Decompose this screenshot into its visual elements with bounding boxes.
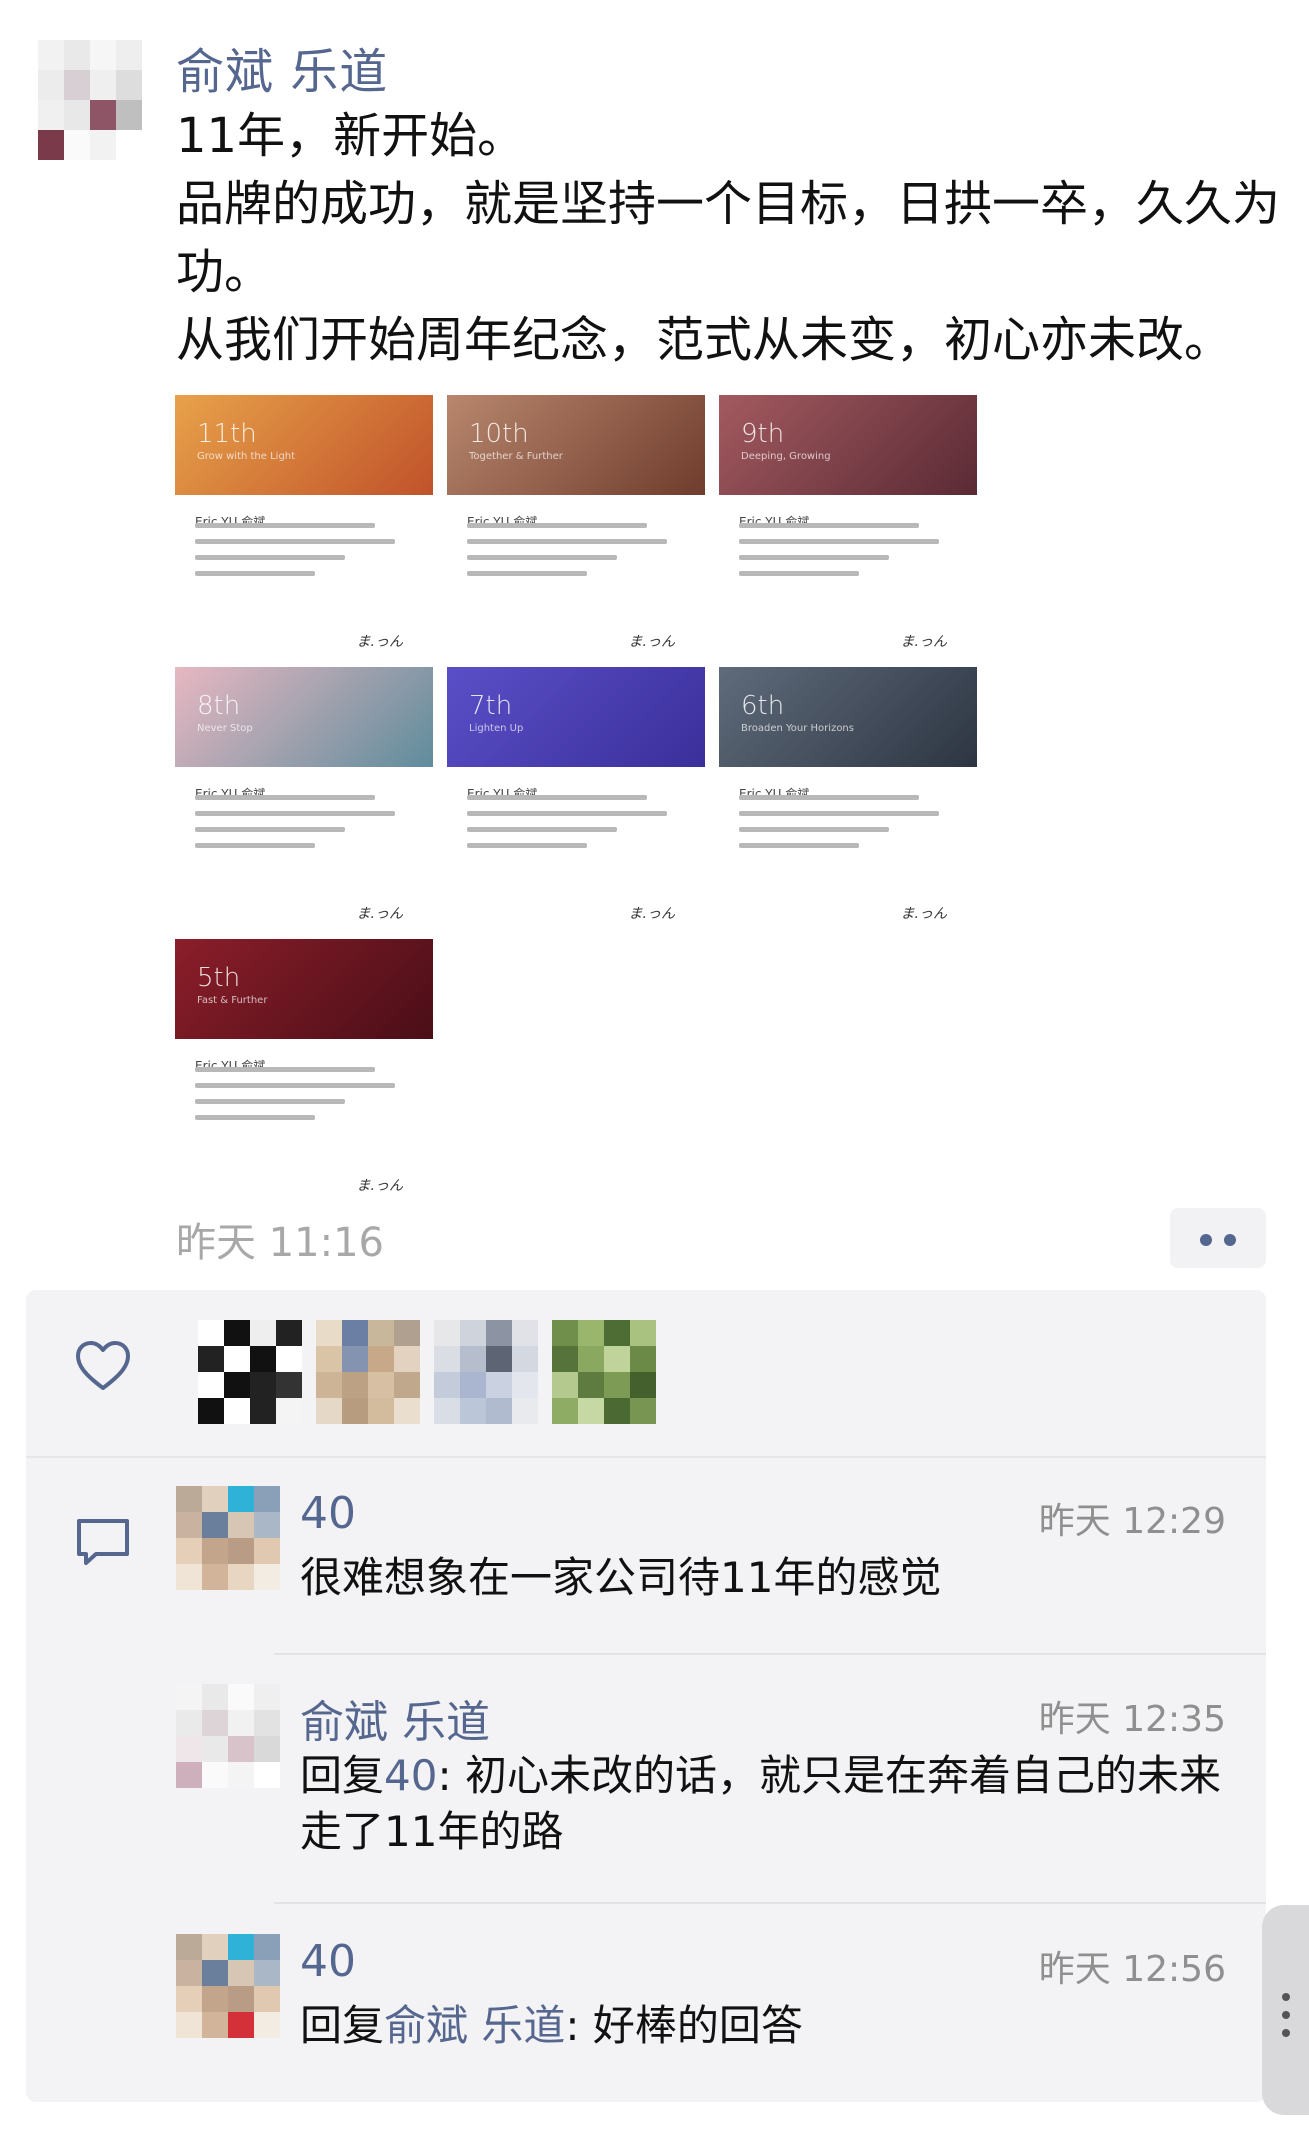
comment-text: 很难想象在一家公司待11年的感觉: [300, 1550, 1230, 1606]
card-text-line: [467, 827, 617, 832]
post-line: 从我们开始周年纪念，范式从未变，初心亦未改。: [176, 312, 1233, 368]
card-text-line: [195, 539, 395, 544]
card-text-line: [739, 811, 939, 816]
comment-text: 回复40: 初心未改的话，就只是在奔着自己的未来走了11年的路: [300, 1748, 1230, 1860]
liker-avatar[interactable]: [552, 1320, 656, 1424]
comment-text: 回复俞斌 乐道: 好棒的回答: [300, 1998, 1230, 2054]
card-text-line: [195, 1115, 315, 1120]
card-tagline: Broaden Your Horizons: [741, 723, 854, 734]
card-text-line: [195, 1099, 345, 1104]
card-handwritten-sign: ま.っん: [900, 906, 947, 922]
image-grid: 11th Grow with the Light Eric YU 俞斌 ま.っん 10t…: [175, 395, 985, 1201]
post-timestamp: 昨天 11:16: [176, 1220, 384, 1266]
comment-item[interactable]: 40 昨天 12:29 很难想象在一家公司待11年的感觉: [176, 1486, 1266, 1626]
commenter-avatar[interactable]: [176, 1684, 280, 1788]
commenter-avatar[interactable]: [176, 1486, 280, 1590]
anniversary-card[interactable]: 9th Deeping, Growing Eric YU 俞斌 ま.っん: [719, 395, 977, 657]
divider: [274, 1902, 1266, 1904]
commenter-name[interactable]: 俞斌 乐道: [300, 1686, 490, 1750]
card-tagline: Grow with the Light: [197, 451, 296, 462]
comment-body: : 初心未改的话，就只是在奔着自己的未来走了11年的路: [300, 1751, 1221, 1856]
card-anniversary-number: 5th: [197, 963, 241, 993]
card-text-line: [467, 523, 647, 528]
card-text-line: [195, 571, 315, 576]
card-handwritten-sign: ま.っん: [356, 1178, 403, 1194]
interaction-panel: 40 昨天 12:29 很难想象在一家公司待11年的感觉 俞斌 乐道 昨天 12…: [26, 1290, 1266, 2102]
reply-prefix: 回复: [300, 2001, 385, 2050]
commenter-name[interactable]: 40: [300, 1488, 356, 1539]
likers-list: [198, 1320, 656, 1424]
comment-time: 昨天 12:35: [1038, 1699, 1226, 1740]
likes-row: [26, 1290, 1266, 1458]
card-text-line: [195, 811, 395, 816]
card-text-line: [195, 827, 345, 832]
post-line: 品牌的成功，就是坚持一个目标，日拱一卒，久久为功。: [176, 176, 1281, 300]
card-handwritten-sign: ま.っん: [900, 634, 947, 650]
comment-time: 昨天 12:29: [1038, 1501, 1226, 1542]
anniversary-card[interactable]: 5th Fast & Further Eric YU 俞斌 ま.っん: [175, 939, 433, 1201]
card-text-line: [195, 555, 345, 560]
floating-handle[interactable]: [1262, 1905, 1309, 2115]
card-anniversary-number: 8th: [197, 691, 241, 721]
card-text-line: [467, 795, 647, 800]
divider: [274, 1653, 1266, 1655]
heart-icon[interactable]: [74, 1338, 132, 1394]
comment-item[interactable]: 40 昨天 12:56 回复俞斌 乐道: 好棒的回答: [176, 1934, 1266, 2084]
card-tagline: Together & Further: [469, 451, 563, 462]
post-line: 11年，新开始。: [176, 108, 526, 164]
comment-icon[interactable]: [74, 1516, 132, 1568]
card-handwritten-sign: ま.っん: [628, 906, 675, 922]
anniversary-card[interactable]: 11th Grow with the Light Eric YU 俞斌 ま.っん: [175, 395, 433, 657]
card-text-line: [739, 555, 889, 560]
commenter-avatar[interactable]: [176, 1934, 280, 2038]
card-text-line: [739, 571, 859, 576]
card-anniversary-number: 6th: [741, 691, 785, 721]
post-author-name[interactable]: 俞斌 乐道: [176, 32, 388, 102]
more-dots-icon[interactable]: [1170, 1208, 1266, 1268]
card-tagline: Lighten Up: [469, 723, 524, 734]
anniversary-card[interactable]: 7th Lighten Up Eric YU 俞斌 ま.っん: [447, 667, 705, 929]
liker-avatar[interactable]: [316, 1320, 420, 1424]
liker-avatar[interactable]: [198, 1320, 302, 1424]
card-handwritten-sign: ま.っん: [356, 634, 403, 650]
card-handwritten-sign: ま.っん: [356, 906, 403, 922]
card-text-line: [195, 523, 375, 528]
comment-item[interactable]: 俞斌 乐道 昨天 12:35 回复40: 初心未改的话，就只是在奔着自己的未来走…: [176, 1684, 1266, 1884]
card-text-line: [739, 843, 859, 848]
card-text-line: [195, 1067, 375, 1072]
card-text-line: [195, 795, 375, 800]
comment-body: 很难想象在一家公司待11年的感觉: [300, 1553, 942, 1602]
card-text-line: [739, 539, 939, 544]
anniversary-card[interactable]: 6th Broaden Your Horizons Eric YU 俞斌 ま.っん: [719, 667, 977, 929]
comment-body: : 好棒的回答: [565, 2001, 803, 2050]
post-text: 11年，新开始。 品牌的成功，就是坚持一个目标，日拱一卒，久久为功。 从我们开始…: [176, 102, 1286, 374]
author-avatar[interactable]: [38, 40, 142, 160]
card-text-line: [739, 827, 889, 832]
comment-time: 昨天 12:56: [1038, 1949, 1226, 1990]
card-anniversary-number: 11th: [197, 419, 257, 449]
card-tagline: Deeping, Growing: [741, 451, 831, 462]
card-text-line: [739, 523, 919, 528]
card-handwritten-sign: ま.っん: [628, 634, 675, 650]
commenter-name[interactable]: 40: [300, 1936, 356, 1987]
card-text-line: [467, 811, 667, 816]
card-anniversary-number: 7th: [469, 691, 513, 721]
card-tagline: Fast & Further: [197, 995, 268, 1006]
card-text-line: [467, 843, 587, 848]
liker-avatar[interactable]: [434, 1320, 538, 1424]
card-text-line: [195, 843, 315, 848]
card-tagline: Never Stop: [197, 723, 253, 734]
card-text-line: [739, 795, 919, 800]
card-text-line: [467, 539, 667, 544]
card-text-line: [467, 555, 617, 560]
card-anniversary-number: 10th: [469, 419, 529, 449]
reply-prefix: 回复: [300, 1751, 385, 1800]
reply-to-name[interactable]: 俞斌 乐道: [384, 2001, 565, 2050]
anniversary-card[interactable]: 8th Never Stop Eric YU 俞斌 ま.っん: [175, 667, 433, 929]
card-anniversary-number: 9th: [741, 419, 785, 449]
anniversary-card[interactable]: 10th Together & Further Eric YU 俞斌 ま.っん: [447, 395, 705, 657]
card-text-line: [467, 571, 587, 576]
card-text-line: [195, 1083, 395, 1088]
reply-to-name[interactable]: 40: [384, 1751, 437, 1800]
